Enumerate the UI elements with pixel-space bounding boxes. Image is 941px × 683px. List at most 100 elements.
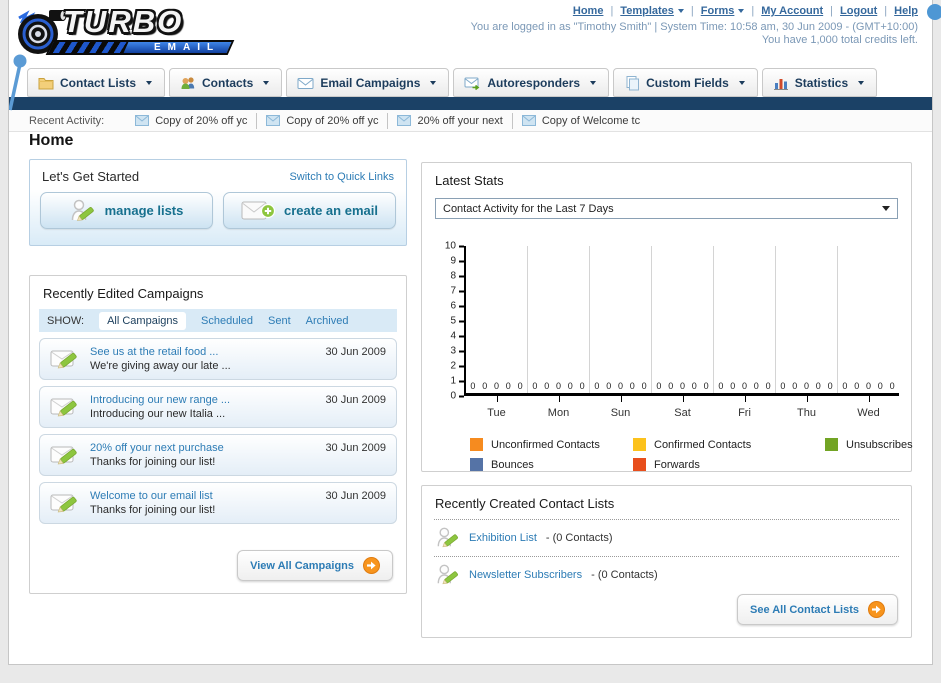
filter-all-campaigns[interactable]: All Campaigns bbox=[99, 311, 186, 330]
y-tick: 0 bbox=[450, 391, 464, 402]
chevron-down-icon bbox=[146, 80, 153, 85]
campaign-row[interactable]: See us at the retail food ... We're givin… bbox=[39, 338, 397, 380]
tab-autoresponders[interactable]: Autoresponders bbox=[453, 68, 610, 97]
view-all-campaigns-button[interactable]: View All Campaigns bbox=[237, 550, 393, 581]
brand-logo[interactable]: TURBO EMAIL bbox=[11, 2, 261, 60]
credits-remaining: You have 1,000 total credits left. bbox=[761, 34, 918, 46]
chevron-down-icon bbox=[263, 80, 270, 85]
campaign-title-link[interactable]: Welcome to our email list bbox=[90, 489, 215, 503]
contact-lists-title: Recently Created Contact Lists bbox=[435, 496, 615, 511]
main-navigation: Contact Lists Contacts Email Campaigns A… bbox=[27, 68, 878, 97]
legend-label: Unsubscribes bbox=[846, 438, 913, 451]
link-logout[interactable]: Logout bbox=[840, 5, 877, 17]
navy-divider-bar bbox=[9, 97, 932, 110]
link-templates[interactable]: Templates bbox=[620, 5, 684, 17]
latest-stats-title: Latest Stats bbox=[435, 173, 504, 188]
legend-swatch bbox=[825, 438, 838, 451]
data-value: 0 bbox=[517, 381, 523, 391]
link-my-account[interactable]: My Account bbox=[761, 5, 823, 17]
legend-swatch bbox=[633, 438, 646, 451]
contact-list-link[interactable]: Newsletter Subscribers bbox=[469, 569, 582, 581]
x-tick bbox=[558, 396, 560, 402]
campaign-row[interactable]: 20% off your next purchase Thanks for joi… bbox=[39, 434, 397, 476]
tab-custom-fields[interactable]: Custom Fields bbox=[613, 68, 758, 97]
data-value: 0 bbox=[842, 381, 848, 391]
data-value: 0 bbox=[815, 381, 821, 391]
folder-icon bbox=[38, 77, 54, 89]
data-value: 0 bbox=[656, 381, 662, 391]
data-value: 0 bbox=[780, 381, 786, 391]
recent-activity-item[interactable]: Copy of 20% off yc bbox=[126, 113, 256, 129]
data-value: 0 bbox=[579, 381, 585, 391]
tab-email-campaigns[interactable]: Email Campaigns bbox=[286, 68, 450, 97]
recent-activity-item[interactable]: Copy of Welcome tc bbox=[511, 112, 649, 129]
campaign-date: 30 Jun 2009 bbox=[325, 490, 386, 502]
link-home[interactable]: Home bbox=[573, 5, 604, 17]
envelope-icon bbox=[297, 77, 314, 89]
switch-quick-links[interactable]: Switch to Quick Links bbox=[289, 171, 394, 183]
help-bubble-icon[interactable] bbox=[927, 4, 941, 20]
stripe-decoration bbox=[48, 42, 129, 53]
brand-name-bottom: EMAIL bbox=[153, 42, 220, 53]
separator bbox=[823, 5, 840, 17]
legend-item: Unconfirmed Contacts bbox=[470, 438, 633, 451]
campaign-date: 30 Jun 2009 bbox=[325, 442, 386, 454]
campaign-row[interactable]: Introducing our new range ... Introducing… bbox=[39, 386, 397, 428]
create-email-button[interactable]: create an email bbox=[223, 192, 396, 229]
y-tick-label: 5 bbox=[450, 315, 456, 327]
envelope-arrow-icon bbox=[464, 77, 480, 90]
recent-activity-item[interactable]: Copy of 20% off yc bbox=[256, 112, 387, 129]
link-help[interactable]: Help bbox=[894, 5, 918, 17]
legend-swatch bbox=[633, 458, 646, 471]
y-tick: 9 bbox=[450, 256, 464, 267]
x-axis-label: Sat bbox=[674, 407, 691, 419]
contact-list-detail: - (0 Contacts) bbox=[545, 532, 613, 544]
x-tick bbox=[744, 396, 746, 402]
envelope-icon bbox=[521, 115, 536, 126]
chart-group: 0 0 0 0 0 Sun bbox=[590, 246, 652, 419]
see-all-contact-lists-button[interactable]: See All Contact Lists bbox=[736, 594, 898, 625]
contact-list-link[interactable]: Exhibition List bbox=[469, 532, 537, 544]
data-values-row: 00000 bbox=[777, 381, 836, 391]
data-value: 0 bbox=[482, 381, 488, 391]
application-window: TURBO EMAIL Home Templates Forms My Acco… bbox=[0, 0, 941, 683]
manage-lists-button[interactable]: manage lists bbox=[40, 192, 213, 229]
recent-activity-item[interactable]: 20% off your next bbox=[387, 112, 511, 129]
campaign-row[interactable]: Welcome to our email list Thanks for join… bbox=[39, 482, 397, 524]
legend-item: Unsubscribes bbox=[825, 438, 913, 451]
tab-contacts[interactable]: Contacts bbox=[169, 68, 283, 97]
tab-statistics[interactable]: Statistics bbox=[761, 68, 878, 97]
y-tick-label: 4 bbox=[450, 330, 456, 342]
pages-icon bbox=[626, 75, 640, 90]
envelope-pencil-icon bbox=[50, 446, 77, 465]
chevron-down-icon bbox=[738, 80, 745, 85]
tab-contact-lists[interactable]: Contact Lists bbox=[27, 68, 166, 97]
campaign-title-link[interactable]: See us at the retail food ... bbox=[90, 345, 231, 359]
chart-group: 0 0 0 0 0 Fri bbox=[714, 246, 776, 419]
header-links: Home Templates Forms My Account Logout H… bbox=[573, 5, 918, 17]
data-value: 0 bbox=[691, 381, 697, 391]
chart-group: 0 0 0 0 0 Wed bbox=[838, 246, 899, 419]
contact-list-row[interactable]: Exhibition List - (0 Contacts) bbox=[422, 520, 911, 556]
x-axis-label: Sun bbox=[610, 407, 631, 419]
data-value: 0 bbox=[703, 381, 709, 391]
x-axis-label: Wed bbox=[857, 407, 880, 419]
separator bbox=[744, 5, 761, 17]
link-forms[interactable]: Forms bbox=[701, 5, 745, 17]
envelope-icon bbox=[266, 115, 281, 126]
filter-sent[interactable]: Sent bbox=[268, 315, 291, 327]
data-value: 0 bbox=[606, 381, 612, 391]
pin-decoration bbox=[9, 54, 27, 111]
campaign-title-link[interactable]: 20% off your next purchase bbox=[90, 441, 224, 455]
filter-archived[interactable]: Archived bbox=[306, 315, 349, 327]
data-value: 0 bbox=[679, 381, 685, 391]
legend-item: Forwards bbox=[633, 458, 825, 471]
contact-list-row[interactable]: Newsletter Subscribers - (0 Contacts) bbox=[422, 557, 911, 593]
campaign-subtitle: Thanks for joining our list! bbox=[90, 504, 216, 516]
stats-report-select[interactable]: Contact Activity for the Last 7 Days bbox=[435, 198, 898, 219]
campaign-title-link[interactable]: Introducing our new range ... bbox=[90, 393, 230, 407]
data-values-row: 00000 bbox=[715, 381, 774, 391]
campaign-subtitle: Thanks for joining our list! bbox=[90, 456, 216, 468]
filter-scheduled[interactable]: Scheduled bbox=[201, 315, 253, 327]
person-pencil-icon bbox=[437, 564, 458, 585]
